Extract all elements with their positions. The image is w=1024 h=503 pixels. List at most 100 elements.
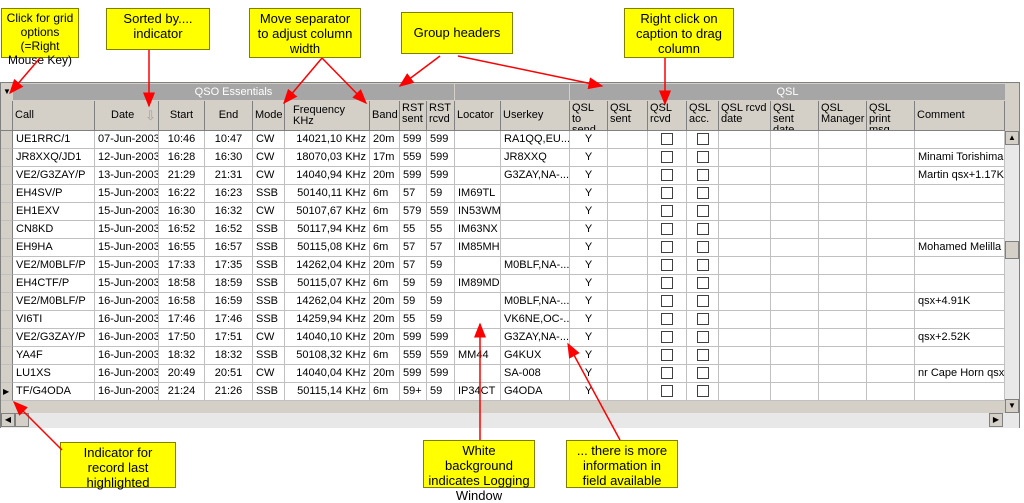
cell-qsl-rcvd[interactable]: [648, 383, 687, 401]
cell-qsl-rcvd-date[interactable]: [719, 185, 771, 203]
column-header-qsl-print-msg[interactable]: QSL print msg.: [867, 101, 915, 131]
cell-qsl-acc[interactable]: [687, 167, 719, 185]
row-indicator[interactable]: [1, 329, 13, 347]
cell-qsl-acc[interactable]: [687, 185, 719, 203]
cell-qsl-rcvd[interactable]: [648, 365, 687, 383]
cell-qsl-print-msg[interactable]: [867, 149, 915, 167]
cell-end[interactable]: 16:30: [205, 149, 253, 167]
qsl-checkbox[interactable]: [661, 313, 673, 326]
qsl-checkbox[interactable]: [661, 259, 673, 272]
cell-userkey[interactable]: M0BLF,NA-...: [501, 257, 570, 275]
cell-qsl-to-send[interactable]: Y: [570, 257, 608, 275]
cell-rst-rcvd[interactable]: 599: [427, 329, 455, 347]
cell-date[interactable]: 15-Jun-2003: [95, 275, 159, 293]
qsl-checkbox[interactable]: [696, 205, 709, 218]
cell-rst-sent[interactable]: 599: [400, 167, 427, 185]
cell-qsl-sent[interactable]: [608, 311, 648, 329]
scroll-down-button[interactable]: ▼: [1005, 399, 1019, 413]
cell-end[interactable]: 17:35: [205, 257, 253, 275]
cell-qsl-print-msg[interactable]: [867, 383, 915, 401]
row-indicator[interactable]: [1, 203, 13, 221]
qsl-checkbox[interactable]: [661, 205, 673, 218]
cell-qsl-sent-date[interactable]: [771, 347, 819, 365]
row-indicator[interactable]: [1, 257, 13, 275]
cell-qsl-acc[interactable]: [687, 293, 719, 311]
cell-date[interactable]: 16-Jun-2003: [95, 365, 159, 383]
cell-end[interactable]: 16:52: [205, 221, 253, 239]
qsl-checkbox[interactable]: [696, 295, 709, 308]
cell-date[interactable]: 15-Jun-2003: [95, 203, 159, 221]
cell-qsl-sent-date[interactable]: [771, 293, 819, 311]
cell-qsl-rcvd-date[interactable]: [719, 293, 771, 311]
qsl-checkbox[interactable]: [661, 367, 673, 380]
cell-freq[interactable]: 14040,10 KHz: [285, 329, 370, 347]
cell-qsl-to-send[interactable]: Y: [570, 311, 608, 329]
cell-freq[interactable]: 14262,04 KHz: [285, 293, 370, 311]
cell-qsl-print-msg[interactable]: [867, 311, 915, 329]
cell-qsl-rcvd-date[interactable]: [719, 221, 771, 239]
table-row[interactable]: EH1EXV 15-Jun-2003 16:30 16:32 CW 50107,67 KH…: [1, 203, 1019, 221]
cell-start[interactable]: 16:58: [159, 293, 205, 311]
cell-comment[interactable]: qsx+4.91K: [915, 293, 1005, 311]
cell-rst-sent[interactable]: 599: [400, 131, 427, 149]
scroll-left-button[interactable]: ◀: [1, 413, 15, 427]
row-indicator[interactable]: [1, 239, 13, 257]
cell-userkey[interactable]: M0BLF,NA-...: [501, 293, 570, 311]
cell-userkey[interactable]: G3ZAY,NA-...: [501, 167, 570, 185]
cell-qsl-rcvd[interactable]: [648, 275, 687, 293]
cell-qsl-rcvd[interactable]: [648, 221, 687, 239]
cell-band[interactable]: 6m: [370, 347, 400, 365]
cell-userkey[interactable]: [501, 239, 570, 257]
cell-comment[interactable]: [915, 221, 1005, 239]
cell-comment[interactable]: [915, 203, 1005, 221]
cell-qsl-manager[interactable]: [819, 329, 867, 347]
qsl-checkbox[interactable]: [696, 313, 709, 326]
cell-userkey[interactable]: [501, 185, 570, 203]
qsl-checkbox[interactable]: [661, 241, 673, 254]
cell-call[interactable]: VE2/G3ZAY/P: [13, 167, 95, 185]
column-header-qsl-rcvd-date[interactable]: QSL rcvd date: [719, 101, 771, 131]
cell-rst-sent[interactable]: 599: [400, 365, 427, 383]
cell-call[interactable]: VE2/M0BLF/P: [13, 257, 95, 275]
cell-band[interactable]: 6m: [370, 203, 400, 221]
cell-rst-sent[interactable]: 59+: [400, 383, 427, 401]
scroll-right-button[interactable]: ▶: [989, 413, 1003, 427]
column-header-locator[interactable]: Locator: [455, 101, 501, 131]
qsl-checkbox[interactable]: [661, 151, 673, 164]
table-row[interactable]: YA4F 16-Jun-2003 18:32 18:32 SSB 50108,32 KHz…: [1, 347, 1019, 365]
cell-qsl-acc[interactable]: [687, 239, 719, 257]
cell-end[interactable]: 16:57: [205, 239, 253, 257]
cell-locator[interactable]: IM69TL: [455, 185, 501, 203]
cell-locator[interactable]: [455, 329, 501, 347]
cell-qsl-to-send[interactable]: Y: [570, 221, 608, 239]
cell-mode[interactable]: CW: [253, 365, 285, 383]
cell-band[interactable]: 20m: [370, 131, 400, 149]
table-row[interactable]: CN8KD 15-Jun-2003 16:52 16:52 SSB 50117,94 KH…: [1, 221, 1019, 239]
cell-comment[interactable]: Mohamed Melilla: [915, 239, 1005, 257]
cell-date[interactable]: 16-Jun-2003: [95, 383, 159, 401]
cell-date[interactable]: 07-Jun-2003: [95, 131, 159, 149]
qsl-checkbox[interactable]: [696, 151, 709, 164]
cell-rst-rcvd[interactable]: 59: [427, 311, 455, 329]
cell-qsl-rcvd-date[interactable]: [719, 329, 771, 347]
cell-end[interactable]: 16:23: [205, 185, 253, 203]
cell-qsl-sent[interactable]: [608, 185, 648, 203]
cell-start[interactable]: 10:46: [159, 131, 205, 149]
cell-rst-rcvd[interactable]: 599: [427, 365, 455, 383]
qsl-checkbox[interactable]: [661, 349, 673, 362]
row-indicator[interactable]: [1, 221, 13, 239]
cell-qsl-rcvd[interactable]: [648, 149, 687, 167]
column-header-date[interactable]: Date ⇩: [95, 101, 159, 131]
cell-qsl-rcvd[interactable]: [648, 185, 687, 203]
cell-call[interactable]: LU1XS: [13, 365, 95, 383]
qsl-checkbox[interactable]: [696, 331, 709, 344]
cell-rst-rcvd[interactable]: 599: [427, 167, 455, 185]
cell-mode[interactable]: CW: [253, 149, 285, 167]
cell-start[interactable]: 16:52: [159, 221, 205, 239]
cell-band[interactable]: 6m: [370, 221, 400, 239]
cell-freq[interactable]: 50107,67 KHz: [285, 203, 370, 221]
cell-freq[interactable]: 50108,32 KHz: [285, 347, 370, 365]
cell-end[interactable]: 16:32: [205, 203, 253, 221]
cell-qsl-rcvd-date[interactable]: [719, 149, 771, 167]
cell-start[interactable]: 20:49: [159, 365, 205, 383]
